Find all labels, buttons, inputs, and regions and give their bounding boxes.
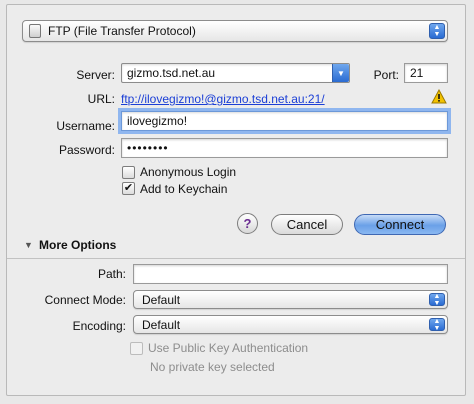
port-label: Port: [373,68,399,82]
server-value: gizmo.tsd.net.au [127,66,216,80]
server-label: Server: [76,68,115,82]
encoding-value: Default [142,317,181,332]
ftp-connection-sheet: FTP (File Transfer Protocol) ▲ ▼ Server: … [6,4,466,396]
private-key-status: No private key selected [150,360,275,374]
add-to-keychain-label: Add to Keychain [140,182,228,196]
chevron-down-icon[interactable]: ▼ [332,64,349,82]
warning-icon [431,89,447,104]
disclosure-triangle-icon[interactable]: ▼ [24,240,33,250]
port-value: 21 [410,66,424,80]
connect-button[interactable]: Connect [354,214,446,235]
username-label: Username: [56,119,115,133]
cancel-button[interactable]: Cancel [271,214,343,235]
public-key-checkbox[interactable] [130,342,143,355]
more-options-title[interactable]: More Options [39,238,116,252]
anonymous-login-checkbox[interactable] [122,166,135,179]
connect-mode-value: Default [142,292,181,307]
help-button[interactable]: ? [237,213,258,234]
drive-icon [29,24,41,38]
username-value: ilovegizmo! [127,114,188,128]
public-key-label: Use Public Key Authentication [148,341,309,355]
username-field[interactable]: ilovegizmo! [121,111,448,131]
separator [7,258,465,259]
url-label: URL: [87,92,115,106]
encoding-label: Encoding: [72,319,126,333]
password-field[interactable]: •••••••• [121,138,448,158]
password-label: Password: [58,143,115,157]
port-field[interactable]: 21 [404,63,448,83]
password-value: •••••••• [127,141,169,155]
path-field[interactable] [133,264,448,284]
encoding-popup[interactable]: Default ▲ ▼ [133,315,448,334]
path-label: Path: [97,267,126,281]
add-to-keychain-checkbox[interactable]: ✔ [122,182,135,195]
updown-arrows-icon: ▲ ▼ [429,23,445,39]
protocol-label: FTP (File Transfer Protocol) [48,24,196,38]
server-combo[interactable]: gizmo.tsd.net.au ▼ [121,63,350,83]
connect-mode-popup[interactable]: Default ▲ ▼ [133,290,448,309]
protocol-popup[interactable]: FTP (File Transfer Protocol) ▲ ▼ [22,20,448,42]
connect-mode-label: Connect Mode: [44,293,126,307]
anonymous-login-label: Anonymous Login [140,165,237,179]
url-link[interactable]: ftp://ilovegizmo!@gizmo.tsd.net.au:21/ [121,92,325,106]
updown-arrows-icon: ▲ ▼ [429,318,445,332]
updown-arrows-icon: ▲ ▼ [429,293,445,307]
